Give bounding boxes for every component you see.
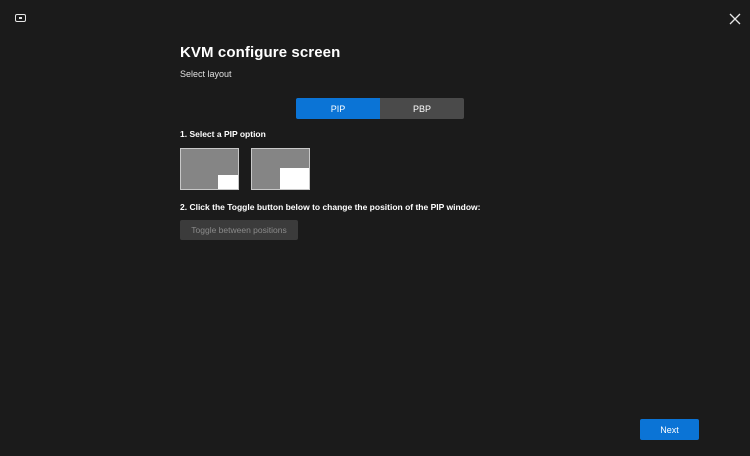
step1-label: 1. Select a PIP option (180, 129, 266, 139)
layout-tabs: PIP PBP (296, 98, 464, 119)
monitor-icon (15, 14, 26, 22)
pip-option-large[interactable] (251, 148, 310, 190)
pip-option-small[interactable] (180, 148, 239, 190)
tab-pip[interactable]: PIP (296, 98, 380, 119)
toggle-positions-button[interactable]: Toggle between positions (180, 220, 298, 240)
next-button[interactable]: Next (640, 419, 699, 440)
pip-window-small (218, 175, 238, 189)
close-button[interactable] (728, 12, 742, 26)
step2-label: 2. Click the Toggle button below to chan… (180, 202, 481, 212)
page-title: KVM configure screen (180, 44, 341, 61)
pip-window-large (280, 168, 309, 189)
page-subtitle: Select layout (180, 69, 232, 79)
tab-pbp[interactable]: PBP (380, 98, 464, 119)
close-icon (729, 13, 741, 25)
